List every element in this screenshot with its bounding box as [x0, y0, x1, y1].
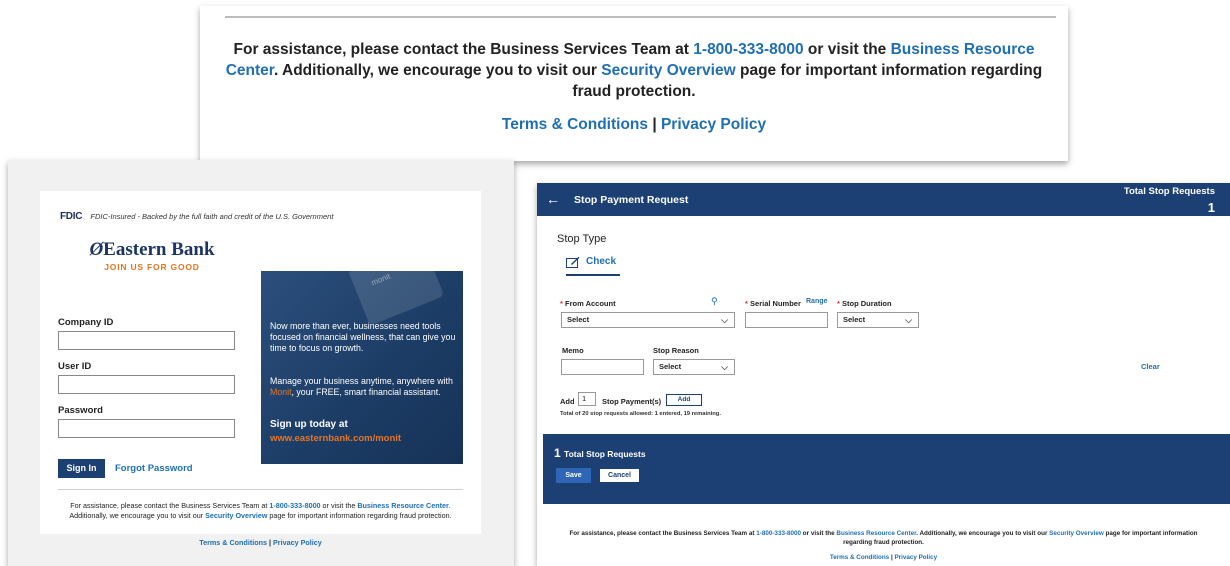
add-label: Add [560, 397, 575, 406]
user-id-label: User ID [58, 361, 92, 372]
phone-link[interactable]: 1-800-333-8000 [693, 41, 803, 58]
serial-number-input[interactable] [745, 312, 828, 328]
stop-payment-header: ← Stop Payment Request Total Stop Reques… [537, 183, 1230, 216]
save-button[interactable]: Save [556, 468, 591, 483]
from-account-label: * From Account [560, 299, 616, 308]
fdic-text: FDIC-Insured - Backed by the full faith … [90, 212, 334, 221]
promo-cta: Sign up today at [270, 419, 348, 430]
bank-logo: ØEastern Bank JOIN US FOR GOOD [82, 239, 222, 272]
chevron-down-icon: ⌵ [905, 315, 912, 325]
chevron-down-icon: ⌵ [721, 362, 728, 372]
serial-number-label: * Serial Number [745, 299, 801, 308]
terms-conditions-link[interactable]: Terms & Conditions [199, 538, 267, 547]
footer-links: Terms & Conditions | Privacy Policy [537, 554, 1230, 561]
divider [225, 16, 1056, 18]
company-id-label: Company ID [58, 317, 114, 328]
phone-link[interactable]: 1-800-333-8000 [756, 530, 801, 537]
bank-logo-icon: Ø [89, 239, 104, 260]
security-overview-link[interactable]: Security Overview [1049, 530, 1104, 537]
assistance-text: For assistance, please contact the Busin… [569, 530, 1198, 546]
stop-type-label: Stop Type [557, 233, 607, 245]
clear-link[interactable]: Clear [1141, 362, 1160, 371]
allowed-requests-text: Total of 20 stop requests allowed: 1 ent… [560, 411, 721, 417]
link-separator: | [890, 554, 893, 561]
company-id-input[interactable] [58, 331, 235, 350]
login-card: FDIC FDIC-Insured - Backed by the full f… [40, 191, 481, 547]
chevron-down-icon: ⌵ [721, 315, 728, 325]
summary-band: 1 Total Stop Requests Save Cancel [543, 434, 1230, 504]
password-input[interactable] [58, 419, 235, 438]
bank-name: Eastern Bank [103, 239, 215, 260]
stop-duration-label: * Stop Duration [837, 299, 892, 308]
divider [58, 489, 463, 490]
forgot-password-link[interactable]: Forgot Password [115, 463, 193, 474]
range-link[interactable]: Range [806, 298, 827, 305]
business-resource-center-link[interactable]: Business Resource Center [357, 501, 448, 510]
total-stop-requests-value: 1 [1207, 200, 1215, 215]
phone-link[interactable]: 1-800-333-8000 [269, 501, 320, 510]
privacy-policy-link[interactable]: Privacy Policy [661, 116, 766, 133]
from-account-select[interactable]: Select ⌵ [561, 312, 735, 328]
link-separator: | [652, 116, 657, 133]
total-requests-summary: 1 Total Stop Requests [554, 446, 646, 460]
stop-duration-select[interactable]: Select ⌵ [837, 312, 919, 328]
privacy-policy-link[interactable]: Privacy Policy [273, 538, 322, 547]
bank-slogan: JOIN US FOR GOOD [104, 262, 200, 272]
add-suffix-label: Stop Payment(s) [602, 397, 662, 406]
footer-links: Terms & Conditions | Privacy Policy [40, 538, 481, 547]
sign-in-button[interactable]: Sign In [58, 459, 105, 478]
arrow-left-icon[interactable]: ← [546, 191, 560, 207]
promo-text-2: Manage your business anytime, anywhere w… [270, 376, 453, 397]
promo-text-1: Now more than ever, businesses need tool… [270, 321, 456, 353]
cancel-button[interactable]: Cancel [599, 468, 640, 483]
total-stop-requests-label: Total Stop Requests [1123, 186, 1215, 197]
memo-label: Memo [562, 346, 584, 355]
password-label: Password [58, 405, 103, 416]
tab-check-label: Check [586, 256, 617, 267]
memo-input[interactable] [561, 359, 644, 375]
monit-promo-banner[interactable]: monit Now more than ever, businesses nee… [261, 271, 463, 464]
stop-payment-panel: ← Stop Payment Request Total Stop Reques… [537, 183, 1230, 566]
page-title: Stop Payment Request [574, 194, 689, 206]
business-resource-center-link[interactable]: Business Resource Center [836, 530, 916, 537]
security-overview-link[interactable]: Security Overview [601, 62, 735, 79]
edit-check-icon [566, 256, 580, 268]
login-page-panel: FDIC FDIC-Insured - Backed by the full f… [8, 160, 514, 566]
add-count-input[interactable]: 1 [578, 392, 596, 406]
add-button[interactable]: Add [666, 394, 702, 406]
stop-reason-label: Stop Reason [653, 346, 699, 355]
fdic-banner: FDIC FDIC-Insured - Backed by the full f… [60, 211, 333, 222]
assistance-text: For assistance, please contact the Busin… [225, 41, 1043, 100]
security-overview-link[interactable]: Security Overview [205, 511, 267, 520]
tab-check[interactable]: Check [566, 254, 620, 276]
terms-conditions-link[interactable]: Terms & Conditions [502, 116, 648, 133]
privacy-policy-link[interactable]: Privacy Policy [894, 554, 937, 561]
promo-url[interactable]: www.easternbank.com/monit [270, 433, 401, 444]
assistance-text: For assistance, please contact the Busin… [69, 501, 452, 520]
link-separator: | [269, 538, 272, 547]
zoomed-footer-panel: For assistance, please contact the Busin… [200, 6, 1068, 161]
phone-image [347, 271, 445, 326]
stop-reason-select[interactable]: Select ⌵ [653, 359, 735, 375]
search-icon[interactable]: ⚲ [711, 296, 718, 307]
user-id-input[interactable] [58, 375, 235, 394]
footer-links: Terms & Conditions | Privacy Policy [200, 116, 1068, 134]
terms-conditions-link[interactable]: Terms & Conditions [830, 554, 889, 561]
fdic-logo: FDIC [60, 211, 83, 222]
